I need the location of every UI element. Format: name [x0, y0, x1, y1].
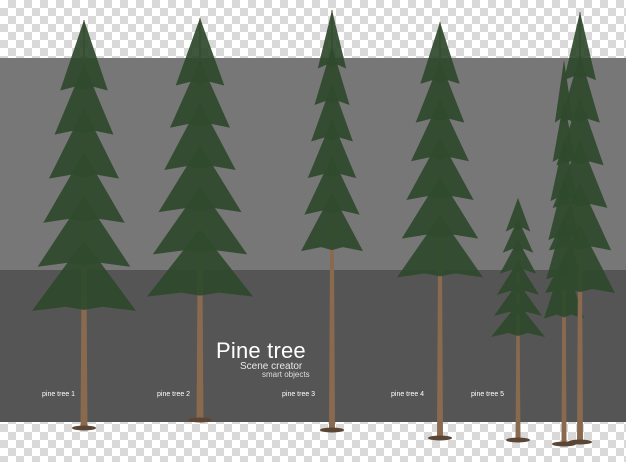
tree-label-4: pine tree 4 — [391, 391, 425, 398]
tree-root — [506, 437, 530, 443]
tree-label-3: pine tree 3 — [282, 391, 316, 398]
tree-foliage — [301, 192, 363, 252]
tree-foliage — [397, 215, 483, 278]
tree-foliage — [491, 303, 545, 337]
tree-foliage — [147, 229, 253, 297]
pine-tree — [32, 20, 136, 431]
tree-label-2: pine tree 2 — [157, 391, 191, 398]
tree-label-5: pine tree 5 — [471, 391, 505, 398]
preview-canvas: Pine tree Scene creator smart objects pi… — [0, 0, 626, 462]
product-tagline: smart objects — [262, 370, 310, 379]
pine-tree — [301, 10, 363, 433]
pine-tree — [491, 198, 545, 443]
tree-root — [72, 425, 96, 431]
tree-foliage — [32, 240, 136, 311]
tree-root — [320, 427, 344, 433]
tree-root — [568, 439, 592, 445]
tree-label-1: pine tree 1 — [42, 391, 76, 398]
tree-root — [188, 417, 212, 423]
pine-tree — [397, 22, 483, 441]
tree-root — [428, 435, 452, 441]
